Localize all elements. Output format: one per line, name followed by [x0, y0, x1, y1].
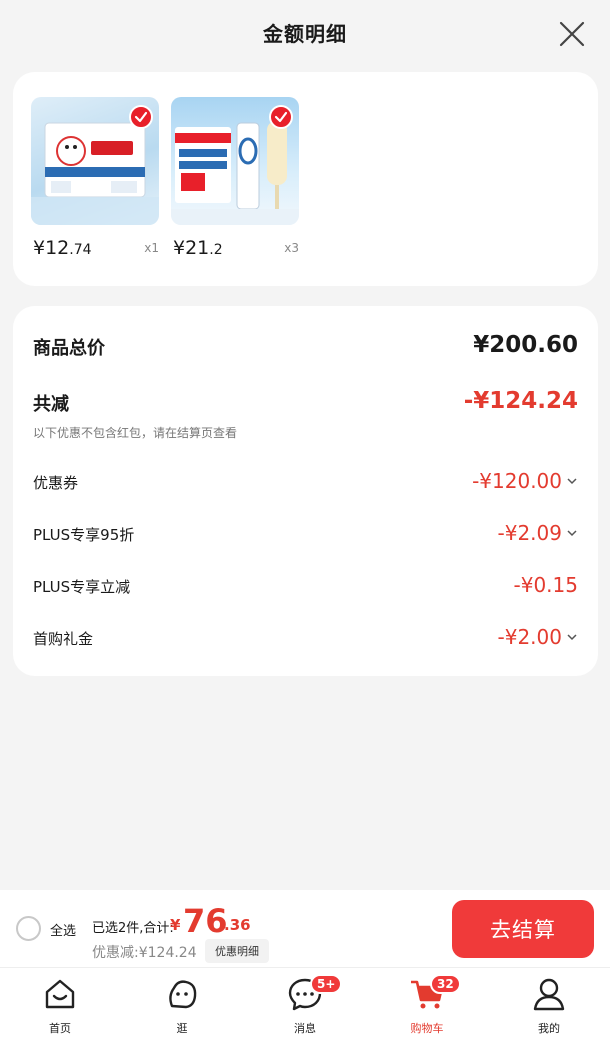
tab-label: 购物车 [410, 1022, 444, 1035]
discount-note: 以下优惠不包含红包，请在结算页查看 [33, 426, 238, 440]
page-title: 金额明细 [263, 22, 347, 46]
selected-count-text: 已选2件,合计: [92, 921, 174, 936]
price-details-card: 商品总价 ¥200.60 共减 -¥124.24 以下优惠不包含红包，请在结算页… [13, 306, 598, 676]
chevron-down-icon [567, 530, 577, 537]
tab-browse[interactable]: 逛 [147, 976, 217, 1042]
coupon-row[interactable]: -¥120.00 [472, 469, 578, 493]
total-reduction-label: 共减 [33, 394, 69, 415]
total-reduction-value: -¥124.24 [463, 388, 578, 414]
plus-reduction-label: PLUS专享立减 [33, 578, 131, 596]
select-all-radio[interactable] [16, 916, 41, 941]
total-amount-decimal: .36 [224, 916, 251, 934]
total-currency-symbol: ¥ [170, 916, 181, 934]
check-icon [134, 111, 148, 123]
product-quantity: x1 [144, 241, 159, 255]
tab-label: 我的 [538, 1022, 560, 1035]
close-icon [559, 21, 585, 47]
price-integer: ¥21 [173, 237, 210, 259]
coupon-value: -¥120.00 [472, 469, 562, 493]
discount-detail-button[interactable]: 优惠明细 [205, 939, 269, 963]
tab-label: 首页 [49, 1022, 71, 1035]
close-button[interactable] [556, 18, 588, 50]
coupon-label: 优惠券 [33, 474, 79, 492]
plus-reduction-row: -¥0.15 [514, 573, 578, 597]
product-item[interactable]: ¥12.74 x1 [31, 97, 161, 265]
price-integer: ¥12 [33, 237, 70, 259]
tab-profile[interactable]: 我的 [514, 976, 584, 1042]
bottom-tab-bar: 首页 逛 5+ 消息 32 购物车 我的 [0, 968, 610, 1048]
profile-icon [533, 978, 565, 1011]
checkout-button[interactable]: 去结算 [452, 900, 594, 958]
total-price-value: ¥200.60 [473, 332, 578, 358]
header: 金额明细 [0, 0, 610, 70]
message-count-badge: 5+ [310, 974, 343, 994]
tab-cart[interactable]: 32 购物车 [392, 974, 462, 1042]
checkout-bar: 全选 已选2件,合计: ¥ 76 .36 优惠减:¥124.24 优惠明细 去结… [0, 890, 610, 968]
check-icon [274, 111, 288, 123]
discount-summary: 优惠减:¥124.24 [92, 945, 197, 961]
selected-check-badge[interactable] [129, 105, 153, 129]
browse-icon [169, 980, 197, 1009]
product-image[interactable] [31, 97, 159, 225]
product-image[interactable] [171, 97, 299, 225]
selected-check-badge[interactable] [269, 105, 293, 129]
product-quantity: x3 [284, 241, 299, 255]
tab-label: 逛 [176, 1022, 188, 1035]
product-list-card: ¥12.74 x1 ¥21.2 x3 [13, 72, 598, 286]
tab-label: 消息 [294, 1022, 316, 1035]
plus-discount-row[interactable]: -¥2.09 [498, 521, 578, 545]
first-purchase-gift-value: -¥2.00 [497, 625, 562, 649]
first-purchase-gift-row[interactable]: -¥2.00 [498, 625, 578, 649]
plus-reduction-value: -¥0.15 [513, 573, 578, 597]
select-all-label[interactable]: 全选 [50, 920, 76, 939]
product-price: ¥12.74 [33, 237, 92, 259]
tab-home[interactable]: 首页 [25, 976, 95, 1042]
price-decimal: .2 [209, 242, 223, 258]
chevron-down-icon [567, 478, 577, 485]
product-price: ¥21.2 [173, 237, 223, 259]
first-purchase-gift-label: 首购礼金 [33, 630, 94, 648]
total-price-label: 商品总价 [33, 338, 105, 359]
cart-count-badge: 32 [430, 974, 461, 994]
plus-discount-label: PLUS专享95折 [33, 526, 135, 544]
chevron-down-icon [567, 634, 577, 641]
total-amount-integer: 76 [183, 902, 228, 940]
tab-messages[interactable]: 5+ 消息 [270, 974, 343, 1042]
home-icon [45, 979, 75, 1009]
product-item[interactable]: ¥21.2 x3 [171, 97, 301, 265]
price-decimal: .74 [69, 242, 92, 258]
plus-discount-value: -¥2.09 [497, 521, 562, 545]
